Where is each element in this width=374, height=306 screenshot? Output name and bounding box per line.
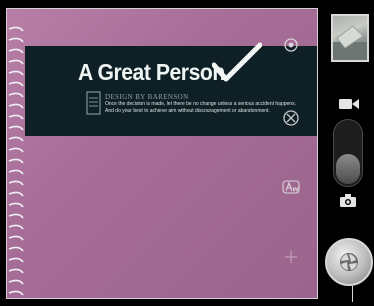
scene-mode-icon[interactable]	[283, 110, 299, 126]
shutter-indicator	[352, 286, 353, 302]
mode-switch-knob[interactable]	[336, 154, 360, 184]
camera-icon[interactable]	[339, 193, 357, 208]
document-icon	[86, 91, 101, 115]
shutter-button[interactable]	[325, 238, 373, 286]
video-camera-icon[interactable]	[338, 97, 360, 111]
notebook-headline: A Great Person	[78, 59, 225, 85]
photo-preview	[333, 25, 367, 60]
camera-viewfinder[interactable]	[6, 8, 318, 299]
flash-icon[interactable]	[284, 38, 298, 52]
white-balance-icon[interactable]	[282, 180, 300, 194]
zoom-icon[interactable]	[284, 250, 298, 264]
last-photo-thumbnail[interactable]	[331, 14, 369, 62]
notebook-text-line: Once the decision is made, let there be …	[105, 101, 296, 107]
camera-video-mode-switch[interactable]	[333, 119, 363, 187]
notebook-text-line: And do your best to achieve aim without …	[105, 108, 270, 114]
aperture-icon	[340, 253, 358, 271]
notebook-subheading: DESIGN BY BARENSON	[105, 93, 189, 101]
checkmark-icon	[212, 42, 262, 82]
